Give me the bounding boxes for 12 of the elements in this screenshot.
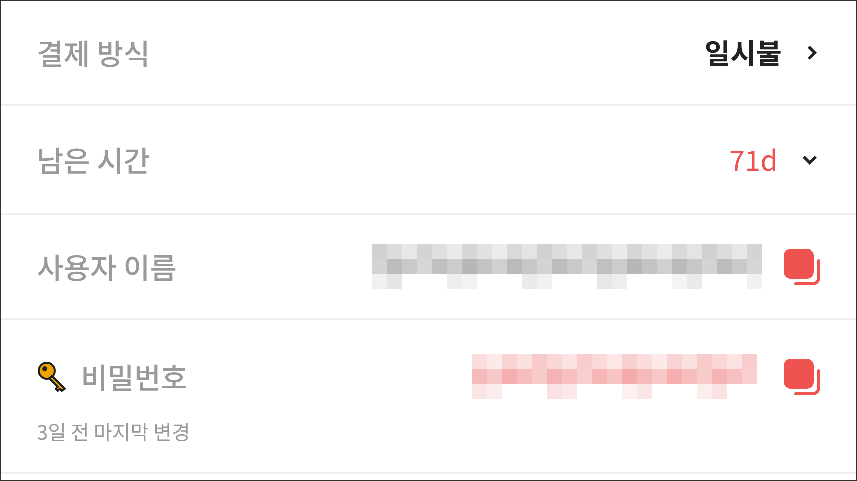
field-label: 사용자 이름 (37, 246, 177, 288)
remaining-time-value[interactable]: 71d (730, 140, 778, 180)
copy-icon[interactable] (782, 246, 822, 286)
copy-icon[interactable] (782, 356, 822, 396)
field-label: 비밀번호 (81, 356, 188, 398)
chevron-down-icon[interactable] (802, 154, 818, 166)
key-icon (37, 360, 69, 392)
field-label: 결제 방식 (37, 32, 150, 74)
payment-method-value[interactable]: 일시불 (704, 32, 782, 72)
field-label: 남은 시간 (37, 138, 150, 180)
chevron-right-icon (806, 44, 818, 60)
last-changed-note: 3일 전 마지막 변경 (37, 417, 192, 446)
